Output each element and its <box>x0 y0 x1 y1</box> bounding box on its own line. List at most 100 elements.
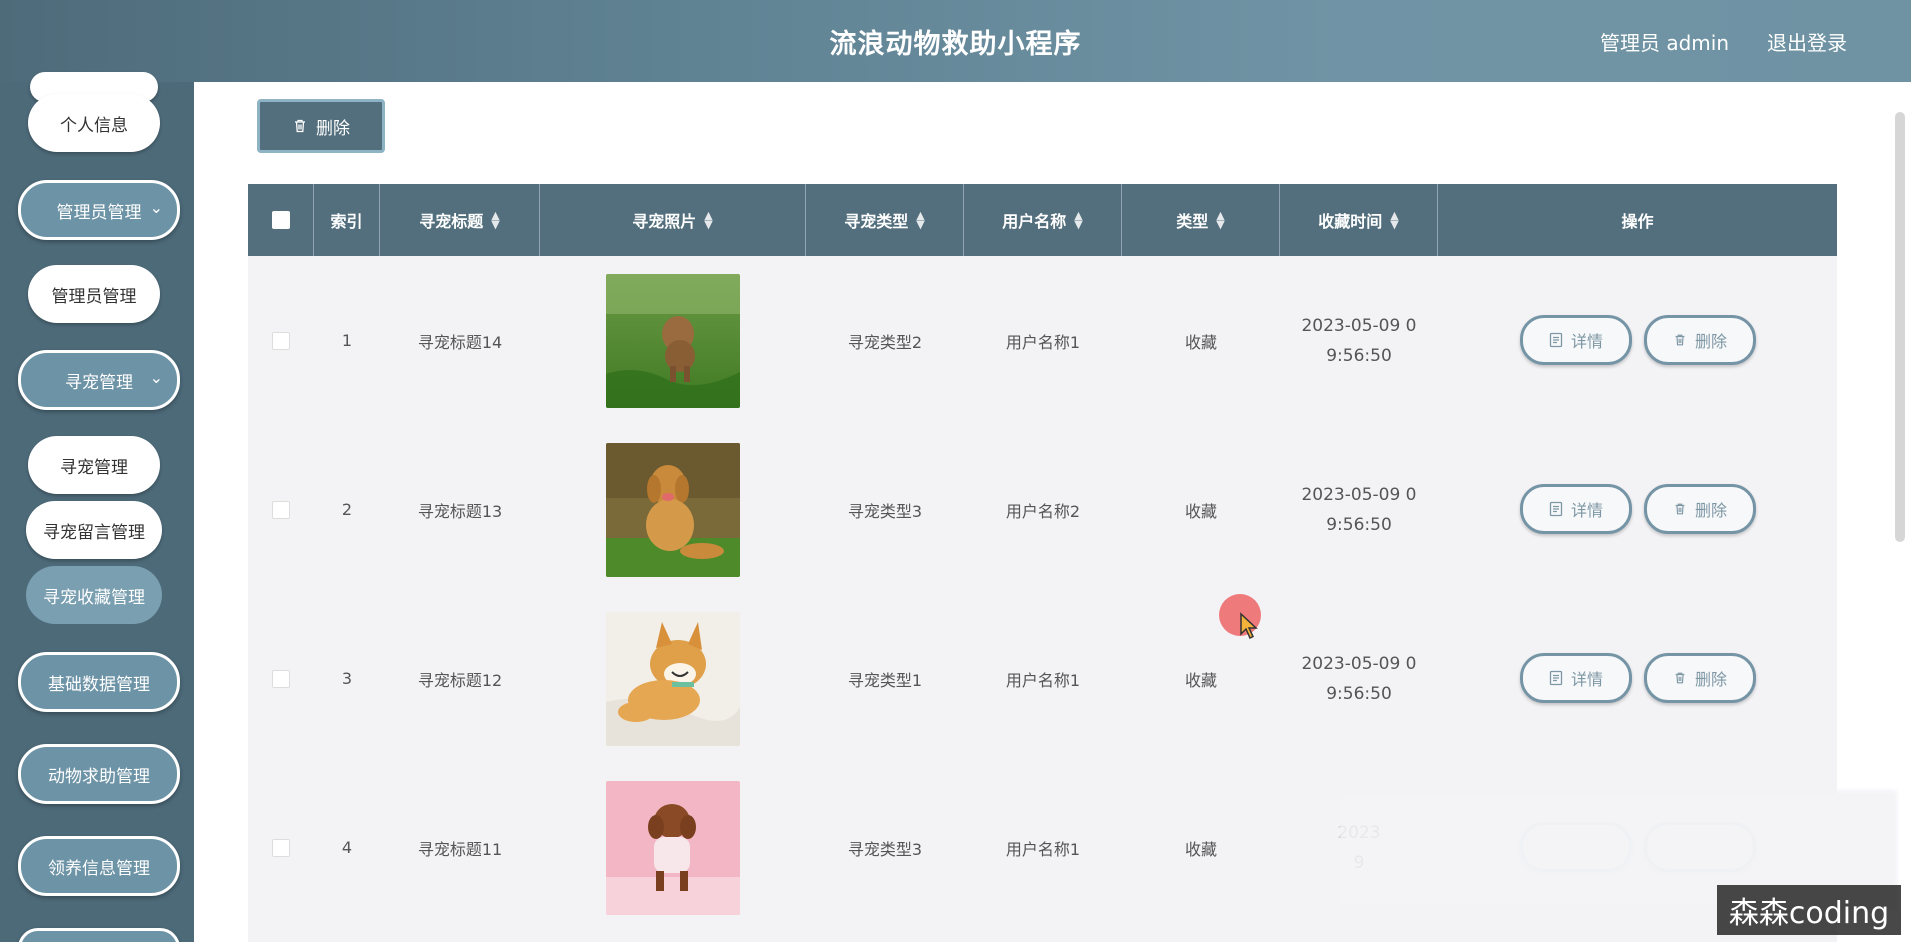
row-photo-cell <box>540 763 806 932</box>
col-type[interactable]: 寻宠类型 ▲ ▼ <box>806 184 964 256</box>
row-photo-cell <box>540 256 806 425</box>
row-checkbox-cell <box>248 594 314 763</box>
table-header: 索引 寻宠标题 ▲ ▼ 寻宠照片 ▲ ▼ 寻宠类型 ▲ ▼ 用户名称 ▲ ▼ 类型 ▲ ▼ 收藏时间… <box>248 184 1837 256</box>
trash-icon <box>1675 503 1685 515</box>
sidebar: 个人信息 管理员管理 ⌄ 管理员管理 寻宠管理 ⌄ 寻宠管理 寻宠留言管理 寻宠… <box>0 72 194 942</box>
sort-icon[interactable]: ▲ ▼ <box>1216 210 1224 230</box>
trash-icon <box>1675 672 1685 684</box>
col-user-label: 用户名称 <box>1002 212 1067 231</box>
batch-delete-label: 删除 <box>316 118 350 139</box>
col-actions-label: 操作 <box>1621 212 1654 231</box>
sidebar-group-partial[interactable] <box>18 928 180 942</box>
sidebar-group-adoption[interactable]: 领养信息管理 <box>18 836 180 896</box>
row-delete-label: 删除 <box>1694 501 1727 520</box>
detail-button[interactable]: 详情 <box>1520 315 1632 365</box>
detail-label: 详情 <box>1570 501 1603 520</box>
chevron-down-icon: ⌄ <box>149 198 163 217</box>
logout-link[interactable]: 退出登录 <box>1767 27 1847 56</box>
sidebar-item-pet-message-manage[interactable]: 寻宠留言管理 <box>26 501 162 559</box>
row-user: 用户名称2 <box>1005 501 1081 521</box>
table-row: 2 寻宠标题13 寻宠类型3 用户名称2 收藏 2023-05-09 0 9:5… <box>248 425 1837 594</box>
col-photo[interactable]: 寻宠照片 ▲ ▼ <box>540 184 806 256</box>
row-photo-cell <box>540 594 806 763</box>
row-index: 2 <box>341 500 353 519</box>
row-kind: 收藏 <box>1184 839 1217 859</box>
sidebar-group-label: 动物求助管理 <box>48 766 150 787</box>
row-title: 寻宠标题14 <box>417 332 503 352</box>
row-delete-button[interactable]: 删除 <box>1644 315 1756 365</box>
row-user: 用户名称1 <box>1005 332 1081 352</box>
sidebar-group-pet-search[interactable]: 寻宠管理 ⌄ <box>18 350 180 410</box>
row-user: 用户名称1 <box>1005 839 1081 859</box>
row-delete-label: 删除 <box>1694 332 1727 351</box>
row-title: 寻宠标题12 <box>417 670 503 690</box>
row-time-line2: 9:56:50 <box>1326 514 1392 535</box>
row-delete-button[interactable]: 删除 <box>1644 653 1756 703</box>
sidebar-group-basic-data[interactable]: 基础数据管理 <box>18 652 180 712</box>
watermark: 森森coding <box>1717 885 1901 935</box>
row-time-line2: 9:56:50 <box>1326 345 1392 366</box>
document-icon <box>1549 501 1563 517</box>
row-checkbox-cell <box>248 256 314 425</box>
pet-photo-poodle-pink-background[interactable] <box>606 780 740 915</box>
row-delete-label: 删除 <box>1694 670 1727 689</box>
sort-icon[interactable]: ▲ ▼ <box>1390 210 1398 230</box>
detail-label: 详情 <box>1570 670 1603 689</box>
row-checkbox-cell <box>248 763 314 932</box>
row-delete-button[interactable]: 删除 <box>1644 484 1756 534</box>
col-actions: 操作 <box>1438 184 1837 256</box>
row-type: 寻宠类型3 <box>847 501 923 521</box>
sidebar-item-profile[interactable]: 个人信息 <box>28 94 160 152</box>
trash-icon <box>1675 334 1685 346</box>
sort-icon[interactable]: ▲ ▼ <box>704 210 712 230</box>
pet-photo-poodle-on-grass[interactable] <box>606 273 740 408</box>
row-photo-cell <box>540 425 806 594</box>
row-time: 2023-05-09 0 9:56:50 <box>1280 425 1438 594</box>
row-checkbox[interactable] <box>272 669 290 688</box>
row-title: 寻宠标题11 <box>417 839 503 859</box>
sidebar-group-label: 寻宠管理 <box>65 372 133 393</box>
mouse-cursor-icon <box>1240 612 1258 640</box>
col-time[interactable]: 收藏时间 ▲ ▼ <box>1280 184 1438 256</box>
row-checkbox[interactable] <box>272 331 290 350</box>
sidebar-group-animal-help[interactable]: 动物求助管理 <box>18 744 180 804</box>
select-all-cell <box>248 184 314 256</box>
row-index: 1 <box>341 331 353 350</box>
col-kind-label: 类型 <box>1176 212 1209 231</box>
sidebar-item-pet-search-manage[interactable]: 寻宠管理 <box>28 436 160 494</box>
sidebar-item-admin-manage[interactable]: 管理员管理 <box>28 265 160 323</box>
sort-icon[interactable]: ▲ ▼ <box>491 210 499 230</box>
row-checkbox[interactable] <box>272 500 290 519</box>
col-index: 索引 <box>314 184 380 256</box>
row-type: 寻宠类型2 <box>847 332 923 352</box>
row-time: 2023-05-09 0 9:56:50 <box>1280 594 1438 763</box>
row-time-line1: 2023-05-09 0 <box>1301 653 1417 674</box>
sidebar-group-label: 基础数据管理 <box>48 674 150 695</box>
sort-icon[interactable]: ▲ ▼ <box>916 210 924 230</box>
pet-photo-shiba-inu[interactable] <box>606 611 740 746</box>
row-type: 寻宠类型1 <box>847 670 923 690</box>
col-title-label: 寻宠标题 <box>419 212 484 231</box>
batch-delete-button[interactable]: 删除 <box>257 99 385 153</box>
col-time-label: 收藏时间 <box>1318 212 1383 231</box>
col-user[interactable]: 用户名称 ▲ ▼ <box>964 184 1122 256</box>
sort-icon[interactable]: ▲ ▼ <box>1074 210 1082 230</box>
detail-button[interactable]: 详情 <box>1520 653 1632 703</box>
chevron-down-icon: ⌄ <box>149 368 163 387</box>
sidebar-item-pet-favorite-manage[interactable]: 寻宠收藏管理 <box>26 566 162 624</box>
sidebar-group-admin[interactable]: 管理员管理 ⌄ <box>18 180 180 240</box>
row-checkbox[interactable] <box>272 838 290 857</box>
pet-photo-golden-retriever[interactable] <box>606 442 740 577</box>
row-type: 寻宠类型3 <box>847 839 923 859</box>
row-time-line2: 9:56:50 <box>1326 683 1392 704</box>
col-kind[interactable]: 类型 ▲ ▼ <box>1122 184 1280 256</box>
row-index: 4 <box>341 838 353 857</box>
detail-button[interactable]: 详情 <box>1520 484 1632 534</box>
col-type-label: 寻宠类型 <box>844 212 909 231</box>
sidebar-group-label: 领养信息管理 <box>48 858 150 879</box>
row-kind: 收藏 <box>1184 501 1217 521</box>
scrollbar[interactable] <box>1895 112 1905 542</box>
col-index-label: 索引 <box>330 212 363 231</box>
col-title[interactable]: 寻宠标题 ▲ ▼ <box>380 184 540 256</box>
select-all-checkbox[interactable] <box>271 211 290 229</box>
